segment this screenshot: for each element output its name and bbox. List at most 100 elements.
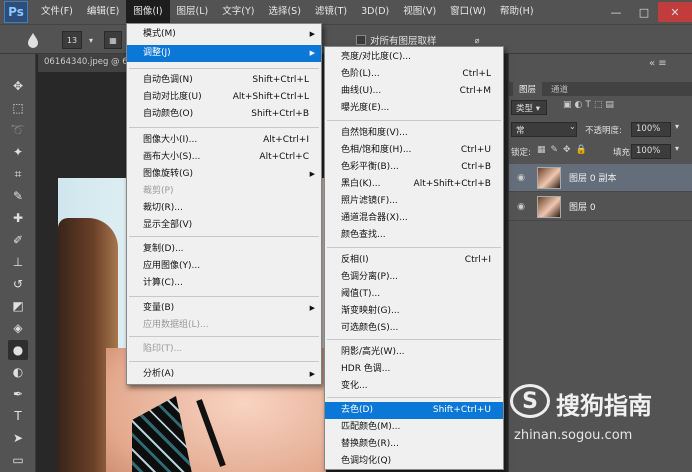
- layer-row[interactable]: ◉ 图层 0: [509, 193, 692, 221]
- menubar-item[interactable]: 3D(D): [354, 0, 396, 24]
- menu-item[interactable]: 自动色调(N) Shift+Ctrl+L: [127, 72, 321, 89]
- menu-item[interactable]: 反相(I) Ctrl+I: [325, 252, 503, 269]
- menu-item[interactable]: 色调分离(P)...: [325, 269, 503, 286]
- tab-channels[interactable]: 通道: [545, 82, 574, 96]
- menu-item[interactable]: 变量(B) ▶: [127, 300, 321, 317]
- menu-item-shortcut: Ctrl+I: [464, 255, 491, 265]
- chevron-down-icon[interactable]: ▾: [675, 144, 679, 153]
- layer-name: 图层 0: [569, 203, 596, 213]
- menubar-item[interactable]: 图层(L): [170, 0, 216, 24]
- menubar-item[interactable]: 窗口(W): [443, 0, 493, 24]
- brush-tool-icon[interactable]: ✐: [8, 230, 28, 250]
- blend-mode-select[interactable]: 常: [511, 122, 577, 137]
- menu-item[interactable]: HDR 色调...: [325, 361, 503, 378]
- fill-field[interactable]: 100%: [631, 144, 671, 159]
- menubar-item[interactable]: 编辑(E): [80, 0, 126, 24]
- menu-item[interactable]: 显示全部(V): [127, 217, 321, 234]
- menu-item[interactable]: 颜色查找...: [325, 227, 503, 244]
- menu-item[interactable]: 应用图像(Y)...: [127, 258, 321, 275]
- menu-item[interactable]: 自动颜色(O) Shift+Ctrl+B: [127, 106, 321, 123]
- eye-icon[interactable]: ◉: [513, 170, 529, 186]
- menu-item[interactable]: 阈值(T)...: [325, 286, 503, 303]
- menubar-item[interactable]: 帮助(H): [493, 0, 541, 24]
- menu-item[interactable]: 自然饱和度(V)...: [325, 125, 503, 142]
- close-button[interactable]: ✕: [658, 2, 692, 22]
- chevron-down-icon[interactable]: ⌄: [569, 122, 576, 131]
- sample-all-layers-checkbox[interactable]: [356, 35, 366, 45]
- crop-tool-icon[interactable]: ⌗: [8, 164, 28, 184]
- pen-tool-icon[interactable]: ✒: [8, 384, 28, 404]
- menu-item-label: 颜色查找...: [341, 230, 386, 240]
- maximize-button[interactable]: □: [630, 2, 658, 22]
- menu-item[interactable]: 匹配颜色(M)...: [325, 419, 503, 436]
- menu-item[interactable]: 计算(C)...: [127, 275, 321, 292]
- menu-item[interactable]: 自动对比度(U) Alt+Shift+Ctrl+L: [127, 89, 321, 106]
- lock-icons[interactable]: ▦✎✥🔒: [537, 145, 592, 155]
- menu-item[interactable]: 阴影/高光(W)...: [325, 344, 503, 361]
- menu-separator: [129, 361, 319, 362]
- path-selection-tool-icon[interactable]: ➤: [8, 428, 28, 448]
- menubar-item[interactable]: 视图(V): [396, 0, 443, 24]
- eye-icon[interactable]: ◉: [513, 199, 529, 215]
- paint-bucket-tool-icon[interactable]: ◈: [8, 318, 28, 338]
- menubar-item[interactable]: 滤镜(T): [308, 0, 354, 24]
- menu-item[interactable]: 模式(M) ▶: [127, 26, 321, 43]
- dodge-tool-icon[interactable]: ◐: [8, 362, 28, 382]
- layer-filter-select[interactable]: 类型 ▾: [511, 100, 547, 115]
- brush-size-field[interactable]: 13: [62, 31, 82, 49]
- menu-item[interactable]: 复制(D)...: [127, 241, 321, 258]
- type-tool-icon[interactable]: T: [8, 406, 28, 426]
- move-tool-icon[interactable]: ✥: [8, 76, 28, 96]
- menu-item[interactable]: 变化...: [325, 378, 503, 395]
- menu-item: 应用数据组(L)...: [127, 317, 321, 334]
- minimize-button[interactable]: —: [602, 2, 630, 22]
- blur-tool-icon[interactable]: ●: [8, 340, 28, 360]
- brush-panel-icon[interactable]: ▦: [104, 31, 122, 49]
- menu-item[interactable]: 图像旋转(G) ▶: [127, 166, 321, 183]
- lasso-tool-icon[interactable]: ➰: [8, 120, 28, 140]
- menu-item[interactable]: 通道混合器(X)...: [325, 210, 503, 227]
- clone-stamp-tool-icon[interactable]: ⊥: [8, 252, 28, 272]
- eraser-tool-icon[interactable]: ◩: [8, 296, 28, 316]
- menu-item[interactable]: 色调均化(Q): [325, 453, 503, 470]
- chevron-down-icon[interactable]: ▾: [675, 122, 679, 131]
- layer-filter-icons[interactable]: ▣◐T⬚▤: [563, 100, 617, 110]
- menu-item-label: 曝光度(E)...: [341, 103, 390, 113]
- healing-brush-tool-icon[interactable]: ✚: [8, 208, 28, 228]
- layer-row[interactable]: ◉ 图层 0 副本: [509, 164, 692, 192]
- marquee-tool-icon[interactable]: ⬚: [8, 98, 28, 118]
- menu-item[interactable]: 去色(D) Shift+Ctrl+U: [325, 402, 503, 419]
- menu-item[interactable]: 色相/饱和度(H)... Ctrl+U: [325, 142, 503, 159]
- menu-item[interactable]: 分析(A) ▶: [127, 366, 321, 383]
- brush-preset-icon[interactable]: [18, 31, 48, 49]
- tab-layers[interactable]: 图层: [513, 82, 543, 96]
- menu-item[interactable]: 色阶(L)... Ctrl+L: [325, 66, 503, 83]
- menu-item-shortcut: Ctrl+L: [462, 69, 491, 79]
- menubar-item[interactable]: 图像(I): [126, 0, 170, 24]
- panel-collapse-icon[interactable]: « ≡: [649, 58, 689, 76]
- rectangle-tool-icon[interactable]: ▭: [8, 450, 28, 470]
- document-tab[interactable]: 06164340.jpeg @ 6: [38, 54, 126, 72]
- menu-item[interactable]: 曝光度(E)...: [325, 100, 503, 117]
- menu-item[interactable]: 可选颜色(S)...: [325, 320, 503, 337]
- menu-item-label: 应用图像(Y)...: [143, 261, 201, 271]
- menu-item[interactable]: 黑白(K)... Alt+Shift+Ctrl+B: [325, 176, 503, 193]
- history-brush-tool-icon[interactable]: ↺: [8, 274, 28, 294]
- menu-item[interactable]: 替换颜色(R)...: [325, 436, 503, 453]
- menu-item[interactable]: 亮度/对比度(C)...: [325, 49, 503, 66]
- menu-item[interactable]: 渐变映射(G)...: [325, 303, 503, 320]
- menubar-item[interactable]: 选择(S): [261, 0, 307, 24]
- menu-item[interactable]: 裁切(R)...: [127, 200, 321, 217]
- chevron-down-icon[interactable]: ▾: [86, 31, 96, 49]
- menu-item[interactable]: 调整(J) ▶: [127, 45, 321, 62]
- eyedropper-tool-icon[interactable]: ✎: [8, 186, 28, 206]
- menu-item[interactable]: 色彩平衡(B)... Ctrl+B: [325, 159, 503, 176]
- menu-item[interactable]: 图像大小(I)... Alt+Ctrl+I: [127, 132, 321, 149]
- magic-wand-tool-icon[interactable]: ✦: [8, 142, 28, 162]
- menu-item[interactable]: 曲线(U)... Ctrl+M: [325, 83, 503, 100]
- menu-item[interactable]: 照片滤镜(F)...: [325, 193, 503, 210]
- menubar-item[interactable]: 文字(Y): [215, 0, 261, 24]
- opacity-field[interactable]: 100%: [631, 122, 671, 137]
- menu-item[interactable]: 画布大小(S)... Alt+Ctrl+C: [127, 149, 321, 166]
- menubar-item[interactable]: 文件(F): [34, 0, 80, 24]
